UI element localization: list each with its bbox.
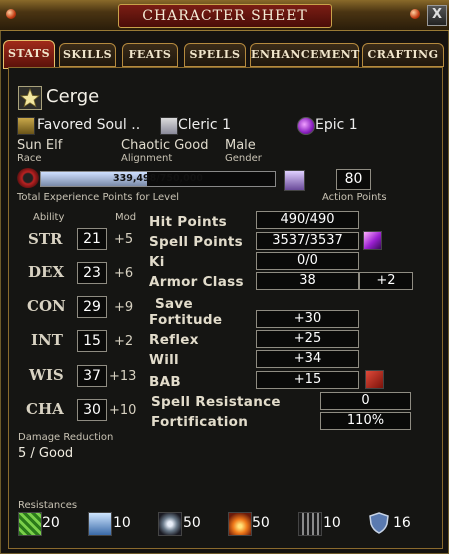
- tab-feats[interactable]: FEATS: [122, 43, 178, 67]
- armor-class-label: Armor Class: [149, 274, 244, 290]
- electric-resistance-value: 50: [183, 515, 201, 531]
- cleric-icon: [160, 117, 178, 135]
- action-points-value: 80: [336, 169, 371, 190]
- spell-resistance-label: Spell Resistance: [151, 394, 281, 410]
- tab-enhancement[interactable]: ENHANCEMENT: [250, 43, 359, 67]
- hit-points-value: 490/490: [256, 211, 359, 229]
- experience-orb-icon: [17, 168, 39, 188]
- ability-str-mod: +5: [114, 232, 134, 247]
- spell-points-value: 3537/3537: [256, 232, 359, 250]
- ability-con-label: CON: [27, 297, 66, 315]
- mod-header: Mod: [115, 212, 137, 223]
- star-icon: [18, 86, 42, 110]
- cold-resistance-value: 10: [113, 515, 131, 531]
- ability-wis-value: 37: [77, 365, 107, 387]
- gem-ornament-left-icon: [6, 9, 16, 19]
- experience-text: 339,498/750,000: [112, 173, 203, 184]
- acid-icon: [18, 512, 42, 536]
- ability-int-value: 15: [77, 330, 107, 352]
- will-label: Will: [149, 352, 179, 368]
- class-primary: Favored Soul ..: [37, 117, 141, 133]
- electric-icon: [158, 512, 182, 536]
- fortitude-label: Fortitude: [149, 312, 223, 328]
- fortification-value: 110%: [320, 412, 411, 430]
- hit-points-label: Hit Points: [149, 214, 227, 230]
- ability-cha-value: 30: [77, 399, 107, 421]
- armor-resistance-value: 16: [393, 515, 411, 531]
- epic-icon: [297, 117, 315, 135]
- bab-label: BAB: [149, 374, 181, 390]
- resistances-label: Resistances: [18, 500, 78, 511]
- ability-dex-value: 23: [77, 262, 107, 284]
- gender-label: Gender: [225, 153, 262, 164]
- tab-skills[interactable]: SKILLS: [59, 43, 116, 67]
- ability-str-value: 21: [77, 228, 107, 250]
- alignment-value: Chaotic Good: [121, 138, 209, 153]
- tab-crafting[interactable]: CRAFTING: [362, 43, 444, 67]
- gender-value: Male: [225, 138, 256, 153]
- spell-resistance-value: 0: [320, 392, 411, 410]
- ki-label: Ki: [149, 254, 165, 270]
- character-name: Cerge: [46, 86, 100, 107]
- ability-dex-mod: +6: [114, 266, 134, 281]
- sonic-resistance-value: 10: [323, 515, 341, 531]
- spell-points-label: Spell Points: [149, 234, 243, 250]
- ability-int-mod: +2: [114, 334, 134, 349]
- attack-icon[interactable]: [365, 370, 384, 389]
- ability-header: Ability: [33, 212, 65, 223]
- experience-caption: Total Experience Points for Level: [17, 192, 180, 203]
- ability-str-label: STR: [28, 230, 63, 248]
- sonic-icon: [298, 512, 322, 536]
- damage-reduction-label: Damage Reduction: [18, 432, 114, 443]
- fortification-label: Fortification: [151, 414, 249, 430]
- cold-icon: [88, 512, 112, 536]
- ability-wis-label: WIS: [29, 366, 64, 384]
- armor-class-bonus: +2: [359, 272, 413, 290]
- window-title: CHARACTER SHEET: [118, 4, 332, 28]
- class-secondary: Cleric 1: [178, 117, 231, 133]
- ability-int-label: INT: [31, 331, 63, 349]
- spell-points-crystal-icon[interactable]: [363, 231, 382, 250]
- reflex-label: Reflex: [149, 332, 199, 348]
- title-bar[interactable]: CHARACTER SHEET X: [0, 0, 449, 31]
- bab-value: +15: [256, 371, 359, 389]
- ability-con-mod: +9: [114, 300, 134, 315]
- will-value: +34: [256, 350, 359, 368]
- acid-resistance-value: 20: [42, 515, 60, 531]
- ability-wis-mod: +13: [109, 369, 137, 384]
- close-button[interactable]: X: [427, 5, 447, 26]
- favored-soul-icon: [17, 117, 35, 135]
- fire-icon: [228, 512, 252, 536]
- tab-spells[interactable]: SPELLS: [184, 43, 246, 67]
- race-label: Race: [17, 153, 42, 164]
- class-epic: Epic 1: [315, 117, 358, 133]
- armor-class-value: 38: [256, 272, 359, 290]
- save-label: Save: [155, 296, 193, 312]
- reflex-value: +25: [256, 330, 359, 348]
- tab-stats[interactable]: STATS: [3, 40, 55, 69]
- ability-con-value: 29: [77, 296, 107, 318]
- damage-reduction-value: 5 / Good: [18, 446, 74, 461]
- ability-cha-mod: +10: [109, 403, 137, 418]
- ki-value: 0/0: [256, 252, 359, 270]
- alignment-label: Alignment: [121, 153, 173, 164]
- fortitude-value: +30: [256, 310, 359, 328]
- experience-bar: 339,498/750,000: [40, 171, 276, 187]
- race-value: Sun Elf: [17, 138, 63, 153]
- action-points-book-icon[interactable]: [284, 170, 305, 191]
- fire-resistance-value: 50: [252, 515, 270, 531]
- ability-cha-label: CHA: [26, 400, 64, 418]
- ability-dex-label: DEX: [28, 263, 65, 281]
- shield-icon: [368, 512, 390, 534]
- action-points-label: Action Points: [322, 192, 387, 203]
- gem-ornament-right-icon: [410, 9, 420, 19]
